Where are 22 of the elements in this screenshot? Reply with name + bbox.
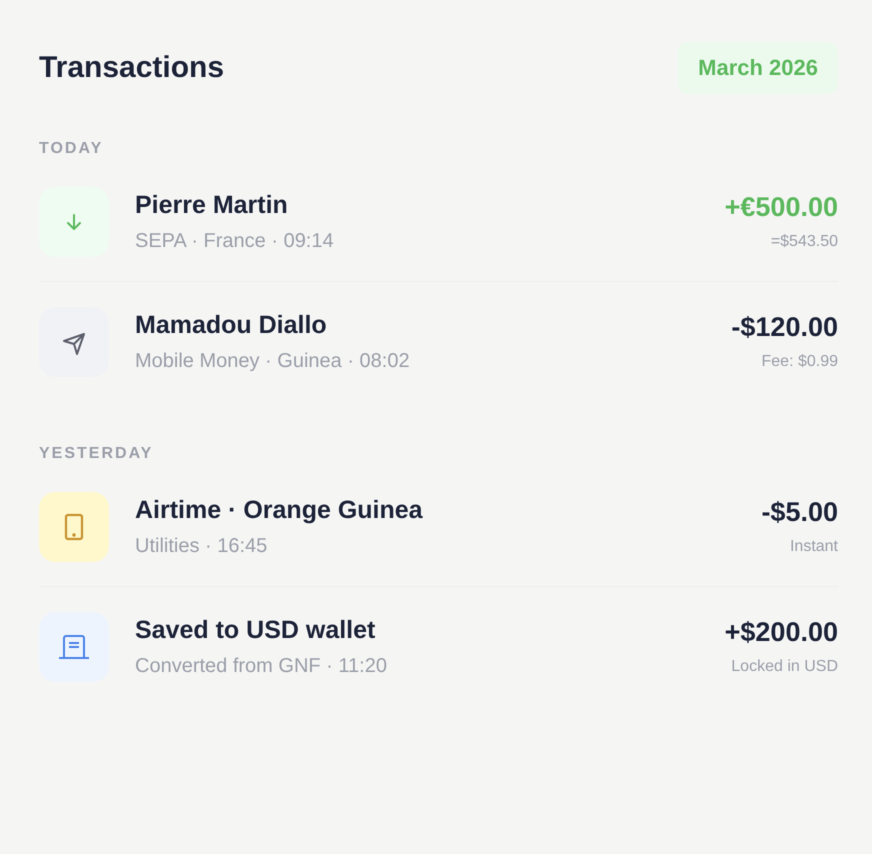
transaction-amount: +€500.00 [724, 192, 838, 223]
transaction-details: SEPA · France · 09:14 [135, 230, 335, 252]
transaction-amount: -$5.00 [761, 497, 838, 528]
transaction-amount: +$200.00 [724, 617, 838, 648]
amount-note: Locked in USD [730, 658, 838, 676]
month-badge[interactable]: March 2026 [678, 42, 838, 94]
amount-note: Instant [788, 538, 838, 556]
transaction-name: Pierre Martin [135, 190, 289, 220]
section-label: TODAY [39, 140, 104, 158]
transaction-name: Saved to USD wallet [135, 616, 376, 644]
page-title: Transactions [39, 51, 224, 85]
amount-note: Fee: $0.99 [760, 353, 838, 371]
transaction-details: Converted from GNF · 11:20 [135, 654, 388, 678]
phone-icon [63, 512, 85, 540]
amount-note: =$543.50 [770, 233, 838, 251]
transaction-name: Airtime · Orange Guinea [135, 496, 424, 524]
transaction-name: Mamadou Diallo [135, 310, 328, 340]
bank-icon [58, 634, 90, 660]
section-label: YESTERDAY [39, 445, 154, 463]
transaction-amount: -$120.00 [731, 312, 838, 343]
transaction-details: Mobile Money · Guinea · 08:02 [135, 350, 411, 372]
transaction-details: Utilities · 16:45 [135, 534, 268, 558]
